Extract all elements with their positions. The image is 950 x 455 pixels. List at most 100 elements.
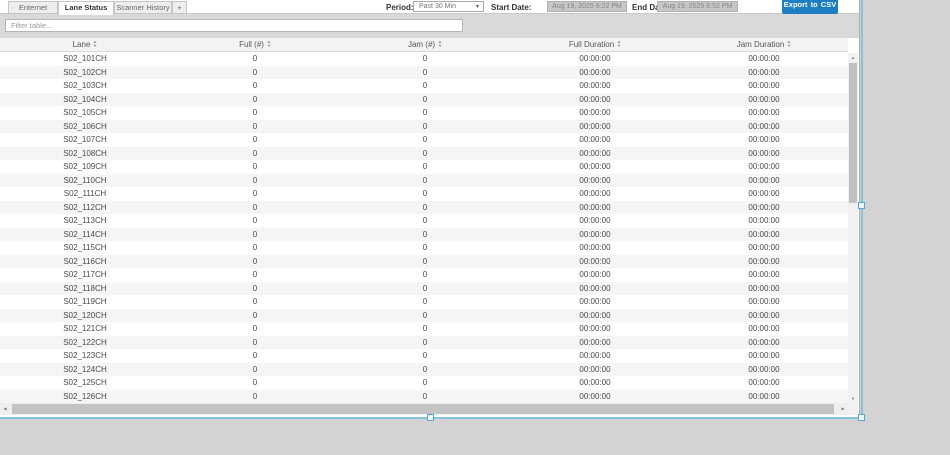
table-row: S02_109CH0000:00:0000:00:00 [0, 160, 848, 174]
selection-handle-right-center[interactable] [858, 202, 865, 209]
cell-full-duration: 00:00:00 [510, 52, 680, 66]
selection-border-right [861, 0, 863, 419]
table-body: S02_101CH0000:00:0000:00:00S02_102CH0000… [0, 52, 848, 403]
end-date-field[interactable] [657, 1, 738, 12]
cell-jam: 0 [340, 241, 510, 255]
cell-full: 0 [170, 228, 340, 242]
tab-add[interactable]: + [172, 1, 187, 14]
cell-full: 0 [170, 201, 340, 215]
tab-lane-status[interactable]: Lane Status [58, 1, 114, 15]
column-header-label: Lane [73, 40, 91, 49]
table-row: S02_120CH0000:00:0000:00:00 [0, 309, 848, 323]
cell-full: 0 [170, 106, 340, 120]
cell-full: 0 [170, 282, 340, 296]
table-row: S02_112CH0000:00:0000:00:00 [0, 201, 848, 215]
cell-jam: 0 [340, 187, 510, 201]
cell-full-duration: 00:00:00 [510, 241, 680, 255]
cell-lane: S02_104CH [0, 93, 170, 107]
column-header-full[interactable]: Full (#)▲▼ [170, 38, 340, 52]
cell-jam: 0 [340, 66, 510, 80]
cell-full-duration: 00:00:00 [510, 160, 680, 174]
cell-lane: S02_105CH [0, 106, 170, 120]
selection-handle-bottom-right[interactable] [858, 414, 865, 421]
cell-full: 0 [170, 322, 340, 336]
cell-lane: S02_126CH [0, 390, 170, 404]
column-header-label: Full (#) [239, 40, 264, 49]
cell-full: 0 [170, 390, 340, 404]
vertical-scrollbar[interactable]: ▲ ▼ [848, 53, 858, 403]
cell-jam-duration: 00:00:00 [680, 322, 848, 336]
cell-jam-duration: 00:00:00 [680, 214, 848, 228]
table-header: Lane▲▼ Full (#)▲▼ Jam (#)▲▼ Full Duratio… [0, 38, 848, 52]
cell-jam: 0 [340, 106, 510, 120]
cell-lane: S02_115CH [0, 241, 170, 255]
cell-jam-duration: 00:00:00 [680, 52, 848, 66]
cell-jam: 0 [340, 120, 510, 134]
cell-jam-duration: 00:00:00 [680, 255, 848, 269]
scrollbar-corner [848, 403, 858, 415]
tab-enternet[interactable]: Enternet [8, 1, 58, 14]
horizontal-scrollbar-thumb[interactable] [12, 404, 834, 414]
cell-jam-duration: 00:00:00 [680, 336, 848, 350]
scroll-down-icon[interactable]: ▼ [848, 394, 858, 403]
cell-full: 0 [170, 120, 340, 134]
cell-lane: S02_102CH [0, 66, 170, 80]
cell-jam-duration: 00:00:00 [680, 201, 848, 215]
table-row: S02_107CH0000:00:0000:00:00 [0, 133, 848, 147]
cell-jam-duration: 00:00:00 [680, 228, 848, 242]
cell-jam: 0 [340, 282, 510, 296]
table-row: S02_108CH0000:00:0000:00:00 [0, 147, 848, 161]
cell-lane: S02_107CH [0, 133, 170, 147]
scroll-left-icon[interactable]: ◀ [0, 403, 10, 415]
cell-lane: S02_112CH [0, 201, 170, 215]
cell-full: 0 [170, 147, 340, 161]
cell-jam: 0 [340, 376, 510, 390]
column-header-jam-duration[interactable]: Jam Duration▲▼ [680, 38, 848, 52]
lane-status-widget: Enternet Lane Status Scanner History + P… [0, 0, 860, 417]
column-header-lane[interactable]: Lane▲▼ [0, 38, 170, 52]
cell-jam-duration: 00:00:00 [680, 66, 848, 80]
cell-jam: 0 [340, 322, 510, 336]
cell-full: 0 [170, 93, 340, 107]
cell-full-duration: 00:00:00 [510, 282, 680, 296]
cell-jam: 0 [340, 160, 510, 174]
table-row: S02_126CH0000:00:0000:00:00 [0, 390, 848, 404]
start-date-label: Start Date: [491, 3, 531, 12]
cell-jam-duration: 00:00:00 [680, 160, 848, 174]
table-row: S02_123CH0000:00:0000:00:00 [0, 349, 848, 363]
selection-handle-bottom-center[interactable] [427, 414, 434, 421]
cell-full-duration: 00:00:00 [510, 201, 680, 215]
table-row: S02_125CH0000:00:0000:00:00 [0, 376, 848, 390]
cell-full-duration: 00:00:00 [510, 390, 680, 404]
cell-jam: 0 [340, 390, 510, 404]
filter-input[interactable] [5, 19, 463, 32]
cell-jam-duration: 00:00:00 [680, 295, 848, 309]
cell-full: 0 [170, 160, 340, 174]
period-select[interactable]: Past 30 Min ▾ [413, 1, 484, 12]
cell-lane: S02_125CH [0, 376, 170, 390]
cell-jam: 0 [340, 309, 510, 323]
cell-full-duration: 00:00:00 [510, 349, 680, 363]
scroll-right-icon[interactable]: ▶ [838, 403, 848, 415]
cell-full: 0 [170, 187, 340, 201]
tab-scanner-history[interactable]: Scanner History [114, 1, 172, 14]
cell-full-duration: 00:00:00 [510, 106, 680, 120]
column-header-full-duration[interactable]: Full Duration▲▼ [510, 38, 680, 52]
cell-jam-duration: 00:00:00 [680, 174, 848, 188]
cell-full: 0 [170, 268, 340, 282]
cell-full: 0 [170, 309, 340, 323]
start-date-field[interactable] [547, 1, 627, 12]
cell-jam: 0 [340, 295, 510, 309]
table-row: S02_113CH0000:00:0000:00:00 [0, 214, 848, 228]
scroll-up-icon[interactable]: ▲ [848, 53, 858, 62]
cell-full-duration: 00:00:00 [510, 187, 680, 201]
cell-lane: S02_111CH [0, 187, 170, 201]
cell-jam: 0 [340, 363, 510, 377]
column-header-jam[interactable]: Jam (#)▲▼ [340, 38, 510, 52]
cell-jam-duration: 00:00:00 [680, 268, 848, 282]
cell-jam-duration: 00:00:00 [680, 241, 848, 255]
vertical-scrollbar-thumb[interactable] [849, 63, 857, 203]
export-csv-button[interactable]: Export to CSV [782, 0, 838, 14]
horizontal-scrollbar[interactable]: ◀ ▶ [0, 403, 848, 415]
table-row: S02_106CH0000:00:0000:00:00 [0, 120, 848, 134]
